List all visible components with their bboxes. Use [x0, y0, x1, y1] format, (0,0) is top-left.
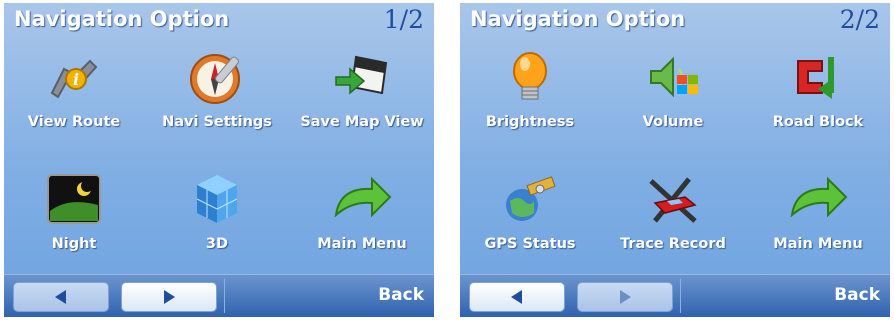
view-route-button[interactable]: i View Route — [4, 49, 144, 131]
page-indicator: 2/2 — [839, 5, 880, 34]
item-label: Save Map View — [300, 114, 424, 130]
svg-text:i: i — [73, 70, 79, 89]
left-arrow-icon — [55, 290, 66, 304]
item-label: Main Menu — [317, 236, 407, 252]
right-arrow-icon — [620, 290, 631, 304]
navigation-option-screen-2: Navigation Option 2/2 Brightness Volume — [460, 3, 890, 317]
screen-title: Navigation Option — [470, 7, 686, 31]
item-label: 3D — [205, 236, 229, 252]
divider — [224, 279, 225, 313]
navigation-option-screen-1: Navigation Option 1/2 i View Route Navi … — [4, 3, 434, 317]
gps-status-button[interactable]: GPS Status — [460, 171, 600, 253]
3d-button[interactable]: 3D — [147, 171, 287, 253]
green-arrow-icon — [790, 176, 848, 218]
main-menu-button[interactable]: Main Menu — [292, 171, 432, 253]
save-map-view-button[interactable]: Save Map View — [292, 49, 432, 131]
satellite-icon — [506, 176, 556, 221]
green-arrow-icon — [334, 176, 392, 218]
trace-record-button[interactable]: Trace Record — [603, 171, 743, 253]
right-arrow-icon — [164, 290, 175, 304]
item-label: Road Block — [772, 114, 864, 130]
volume-button[interactable]: Volume — [603, 49, 743, 131]
header: Navigation Option 2/2 — [460, 3, 890, 43]
save-card-icon — [335, 55, 388, 95]
bottom-bar: Back — [460, 274, 890, 317]
bottom-bar: Back — [4, 274, 434, 317]
divider — [680, 279, 681, 313]
prev-page-button[interactable] — [14, 283, 108, 311]
road-block-button[interactable]: Road Block — [748, 49, 888, 131]
cubes-3d-icon — [196, 175, 238, 223]
item-label: Night — [51, 236, 97, 252]
brightness-button[interactable]: Brightness — [460, 49, 600, 131]
road-block-icon — [797, 57, 834, 99]
main-menu-button[interactable]: Main Menu — [748, 171, 888, 253]
item-label: View Route — [27, 114, 121, 130]
next-page-button[interactable] — [122, 283, 216, 311]
item-label: Main Menu — [773, 236, 863, 252]
night-moon-icon — [47, 174, 101, 224]
item-label: Volume — [642, 114, 704, 130]
item-label: Navi Settings — [162, 114, 272, 130]
back-button[interactable]: Back — [834, 285, 880, 305]
header: Navigation Option 1/2 — [4, 3, 434, 43]
race-car-icon — [649, 177, 697, 223]
page-indicator: 1/2 — [383, 5, 424, 34]
prev-page-button[interactable] — [470, 283, 564, 311]
item-label: Brightness — [485, 114, 575, 130]
night-button[interactable]: Night — [4, 171, 144, 253]
item-label: GPS Status — [484, 236, 576, 252]
view-route-icon: i — [50, 59, 98, 99]
next-page-button[interactable] — [578, 283, 672, 311]
navi-settings-button[interactable]: Navi Settings — [147, 49, 287, 131]
bulb-icon — [513, 52, 547, 100]
left-arrow-icon — [511, 290, 522, 304]
item-label: Trace Record — [620, 236, 726, 252]
screen-title: Navigation Option — [14, 7, 230, 31]
compass-wrench-icon — [190, 54, 240, 104]
back-button[interactable]: Back — [378, 285, 424, 305]
speaker-icon — [650, 56, 698, 98]
